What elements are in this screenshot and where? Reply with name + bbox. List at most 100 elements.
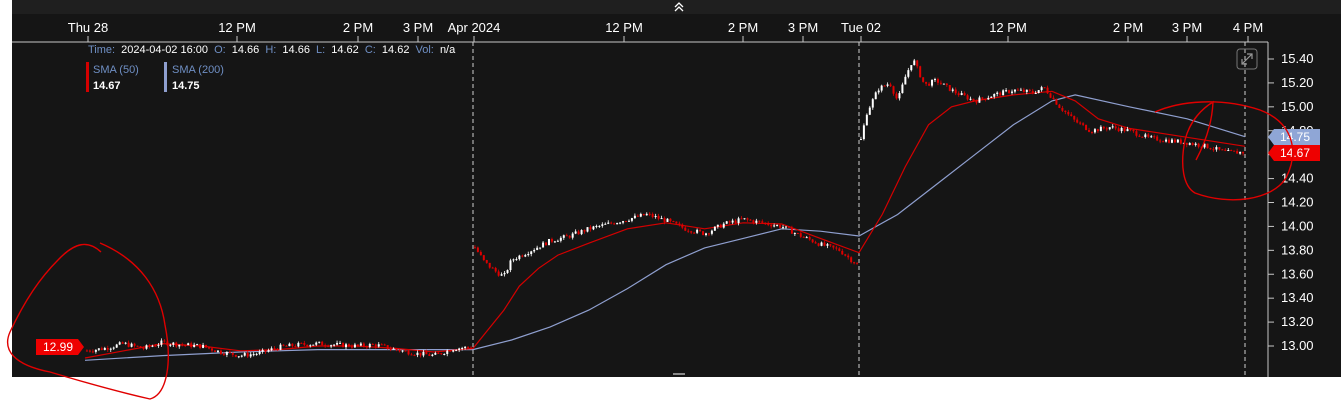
candle-body xyxy=(1230,150,1233,152)
candle-body xyxy=(1034,92,1037,94)
candle-body xyxy=(219,350,222,354)
candle-body xyxy=(1173,139,1176,143)
candle-body xyxy=(951,89,954,91)
candle-body xyxy=(524,255,527,257)
candle-body xyxy=(461,348,464,350)
candle-body xyxy=(497,271,500,276)
candle-body xyxy=(100,348,103,350)
candle-body xyxy=(118,342,121,345)
candle-body xyxy=(389,348,392,350)
candle-body xyxy=(758,220,761,222)
candle-body xyxy=(1138,135,1141,137)
candle-body xyxy=(455,350,458,352)
candle-body xyxy=(580,230,583,235)
close-label: C: xyxy=(365,44,376,56)
candle-body xyxy=(1159,140,1162,142)
candle-body xyxy=(294,346,297,348)
candle-body xyxy=(270,348,273,351)
candle-body xyxy=(243,353,246,356)
candle-body xyxy=(190,343,193,348)
candle-body xyxy=(336,342,339,345)
candle-body xyxy=(1218,147,1221,150)
candle-body xyxy=(592,226,595,230)
candle-body xyxy=(1013,89,1016,92)
candle-body xyxy=(142,347,145,349)
candle-body xyxy=(1132,129,1135,132)
chart-canvas[interactable]: Thu 28 12 PM 2 PM 3 PM Apr 2024 12 PM 2 PM 3 PM… xyxy=(12,0,1341,377)
candle-body xyxy=(975,100,978,103)
candle-body xyxy=(509,260,512,271)
candle-body xyxy=(157,344,160,346)
candle-body xyxy=(713,226,716,231)
candle-body xyxy=(1096,129,1099,132)
candle-body xyxy=(699,229,702,232)
double-chevron-up-icon[interactable] xyxy=(674,2,684,12)
candle-body xyxy=(639,213,642,217)
candle-body xyxy=(1224,149,1227,151)
candle-body xyxy=(625,221,628,223)
resize-handle[interactable] xyxy=(673,373,685,375)
candle-body xyxy=(619,222,622,224)
x-tick-label: Tue 02 xyxy=(841,20,881,35)
candle-body xyxy=(829,244,832,246)
candle-body xyxy=(1108,127,1111,130)
candle-body xyxy=(1011,91,1014,93)
expand-icon[interactable] xyxy=(1236,48,1258,70)
candle-body xyxy=(398,349,401,352)
candle-body xyxy=(470,347,473,349)
candle-body xyxy=(928,83,931,86)
candle-body xyxy=(136,345,139,347)
candle-body xyxy=(1144,134,1147,137)
candle-body xyxy=(616,223,619,225)
candle-body xyxy=(1203,143,1206,148)
candle-body xyxy=(984,98,987,100)
candle-body xyxy=(106,348,109,350)
candle-body xyxy=(853,262,856,264)
candle-body xyxy=(467,346,470,348)
candle-body xyxy=(856,263,859,265)
candle-body xyxy=(802,236,805,238)
candle-body xyxy=(380,344,383,346)
candle-body xyxy=(1200,146,1203,148)
candle-body xyxy=(898,93,901,99)
candle-body xyxy=(213,350,216,352)
candle-body xyxy=(553,241,556,243)
candle-body xyxy=(85,350,88,352)
candle-body xyxy=(1016,89,1019,91)
candle-body xyxy=(237,356,240,358)
candle-body xyxy=(669,218,672,221)
candle-body xyxy=(672,220,675,222)
candle-body xyxy=(88,350,91,352)
svg-text:Time: 2024-04-02 16:00: Time: 2024-04-02 16:00 O: 14.66 H: 14.66… xyxy=(88,44,456,56)
candle-body xyxy=(342,342,345,348)
candle-body xyxy=(586,227,589,232)
candle-body xyxy=(895,93,898,99)
right-sma200-text: 14.75 xyxy=(1280,130,1310,144)
candle-body xyxy=(321,341,324,346)
candle-body xyxy=(449,350,452,352)
candle-body xyxy=(871,99,874,108)
candle-body xyxy=(133,343,136,346)
candle-body xyxy=(916,60,919,67)
x-tick-label: 3 PM xyxy=(1172,20,1202,35)
candle-body xyxy=(1179,139,1182,144)
chart-panel[interactable]: Thu 28 12 PM 2 PM 3 PM Apr 2024 12 PM 2 PM 3 PM… xyxy=(12,0,1341,377)
candle-body xyxy=(148,345,151,347)
candle-body xyxy=(1073,115,1076,120)
ohlc-legend: Time: 2024-04-02 16:00 O: 14.66 H: 14.66… xyxy=(86,44,456,92)
candle-body xyxy=(187,343,190,346)
candle-body xyxy=(1076,119,1079,123)
x-tick-label: 12 PM xyxy=(218,20,256,35)
candle-body xyxy=(145,345,148,349)
candle-body xyxy=(601,224,604,226)
candles-group xyxy=(85,58,1245,359)
candle-body xyxy=(428,354,431,356)
candle-body xyxy=(633,215,636,219)
candle-body xyxy=(282,344,285,346)
y-tick-label: 14.00 xyxy=(1281,218,1314,233)
right-sma50-text: 14.67 xyxy=(1280,146,1310,160)
candle-body xyxy=(172,342,175,345)
candle-body xyxy=(228,351,231,353)
candle-body xyxy=(127,342,130,347)
candle-body xyxy=(97,348,100,350)
